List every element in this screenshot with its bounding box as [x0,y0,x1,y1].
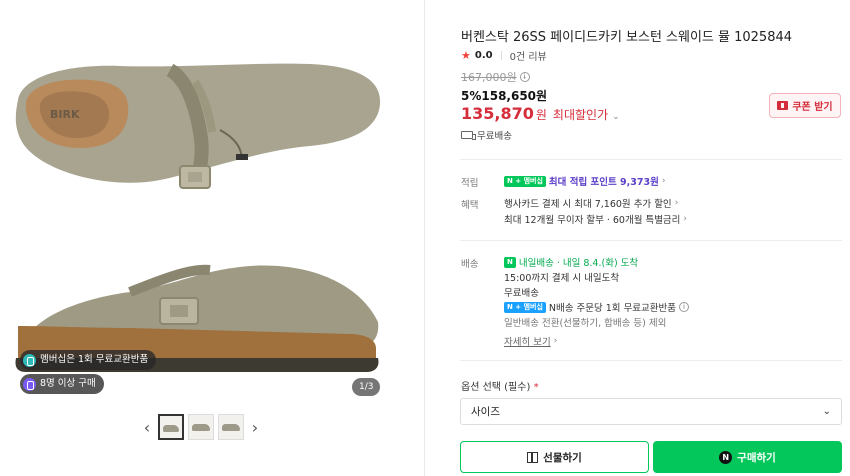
max-discount-price: 135,870 [461,104,534,123]
coupon-icon [777,101,789,110]
info-icon[interactable]: i [679,302,690,312]
section-divider [460,240,842,241]
npay-icon: N [719,450,733,464]
gift-button[interactable]: 선물하기 [460,441,649,473]
installment-text: 최대 12개월 무이자 할부 · 60개월 특별금리 [504,215,681,226]
original-price-text: 167,000원 [461,71,517,84]
info-icon[interactable]: i [519,72,530,82]
free-shipping-note: 무료배송 [461,128,512,142]
max-discount-row[interactable]: 135,870 원 최대할인가 ⌄ [461,104,620,123]
purchase-count-text: 8명 이상 구매 [40,378,96,389]
delivery-type: 내일배송 [518,258,554,269]
max-discount-label: 최대할인가 [552,108,609,122]
purchase-count-badge: 8명 이상 구매 [20,374,104,394]
review-count-link[interactable]: 0건 리뷰 [510,48,547,63]
coupon-button[interactable]: 쿠폰 받기 [769,93,841,118]
buy-button[interactable]: N 구매하기 [653,441,842,473]
delivery-eta-row: N 내일배송 · 내일 8.4.(화) 도착 [504,255,638,269]
card-discount-row[interactable]: 행사카드 결제 시 최대 7,160원 추가 할인 › [504,196,678,210]
rating-value: 0.0 [474,50,493,61]
delivery-label: 배송 [461,259,479,270]
coupon-button-label: 쿠폰 받기 [792,102,833,113]
chevron-right-icon: › [661,176,666,186]
star-icon: ★ [461,49,471,62]
exchange-exclusion: 일반배송 전환(선물하기, 합배송 등) 제외 [504,318,667,329]
thumbnail-strip: ‹ › [140,414,262,440]
installment-row[interactable]: 최대 12개월 무이자 할부 · 60개월 특별금리 › [504,212,687,226]
card-discount-text: 행사카드 결제 시 최대 7,160원 추가 할인 [504,199,672,210]
membership-badge-icon: N + 멤버십 [504,301,546,313]
delivery-cutoff: 15:00까지 결제 시 내일도착 [504,273,620,284]
chevron-right-icon[interactable]: › [248,418,262,437]
divider [500,51,502,60]
membership-badge-icon: N + 멤버십 [504,175,546,187]
points-text: 최대 적립 포인트 9,373원 [548,177,659,188]
points-row[interactable]: N + 멤버십 최대 적립 포인트 9,373원 › [504,174,665,188]
truck-icon [461,131,476,140]
image-page-counter: 1/3 [352,378,381,396]
return-box-icon [23,353,36,367]
svg-text:BIRK: BIRK [50,108,80,121]
option-label: 옵션 선택 (필수) * [461,378,539,393]
required-mark: * [533,382,539,393]
delivery-arrival: · 내일 8.4.(화) 도착 [556,258,639,269]
membership-badge-text: 멤버십은 1회 무료교환반품 [40,354,149,365]
more-link-text: 자세히 보기 [504,337,551,348]
chevron-left-icon[interactable]: ‹ [140,418,154,437]
shoe-photo: BIRK [15,63,381,372]
delivery-fee: 무료배송 [504,288,539,299]
thumbnail-1[interactable] [158,414,184,440]
thumbnail-2[interactable] [188,414,214,440]
original-price: 167,000원 i [461,69,530,85]
product-gallery: BIRK 멤버십은 1회 무료교환반품 8명 이상 구매 1/3 ‹ › [0,0,424,476]
section-divider [460,159,842,160]
chevron-down-icon: ⌄ [822,406,831,417]
chevron-right-icon: › [683,214,688,224]
exchange-text: N배송 주문당 1회 무료교환반품 [548,303,677,314]
rating-row: ★ 0.0 0건 리뷰 [461,48,547,63]
thumbnail-3[interactable] [218,414,244,440]
n-delivery-icon: N [504,256,516,268]
chevron-right-icon: › [674,198,679,208]
chevron-right-icon: › [553,336,558,346]
section-divider [460,360,842,361]
sale-price: 5%158,650원 [461,89,548,103]
buy-button-label: 구매하기 [737,451,776,464]
points-label: 적립 [461,178,479,189]
chevron-down-icon: ⌄ [612,112,620,122]
size-select-value: 사이즈 [471,406,500,418]
exchange-row: N + 멤버십 N배송 주문당 1회 무료교환반품 i [504,300,690,314]
gift-button-label: 선물하기 [543,451,582,464]
size-select[interactable]: 사이즈 ⌄ [460,398,842,425]
benefit-label: 혜택 [461,200,479,211]
column-divider [424,0,425,476]
cart-icon [23,377,36,391]
free-shipping-text: 무료배송 [477,131,512,142]
gift-icon [527,451,539,463]
membership-badge: 멤버십은 1회 무료교환반품 [20,350,157,370]
product-info-panel: 버켄스탁 26SS 페이디드카키 보스턴 스웨이드 뮬 1025844 ★ 0.… [460,0,842,476]
option-label-text: 옵션 선택 (필수) [461,382,531,393]
price-unit: 원 [535,108,547,122]
main-product-image[interactable]: BIRK [10,22,386,396]
delivery-more-link[interactable]: 자세히 보기 › [504,334,557,348]
product-title: 버켄스탁 26SS 페이디드카키 보스턴 스웨이드 뮬 1025844 [461,30,793,45]
